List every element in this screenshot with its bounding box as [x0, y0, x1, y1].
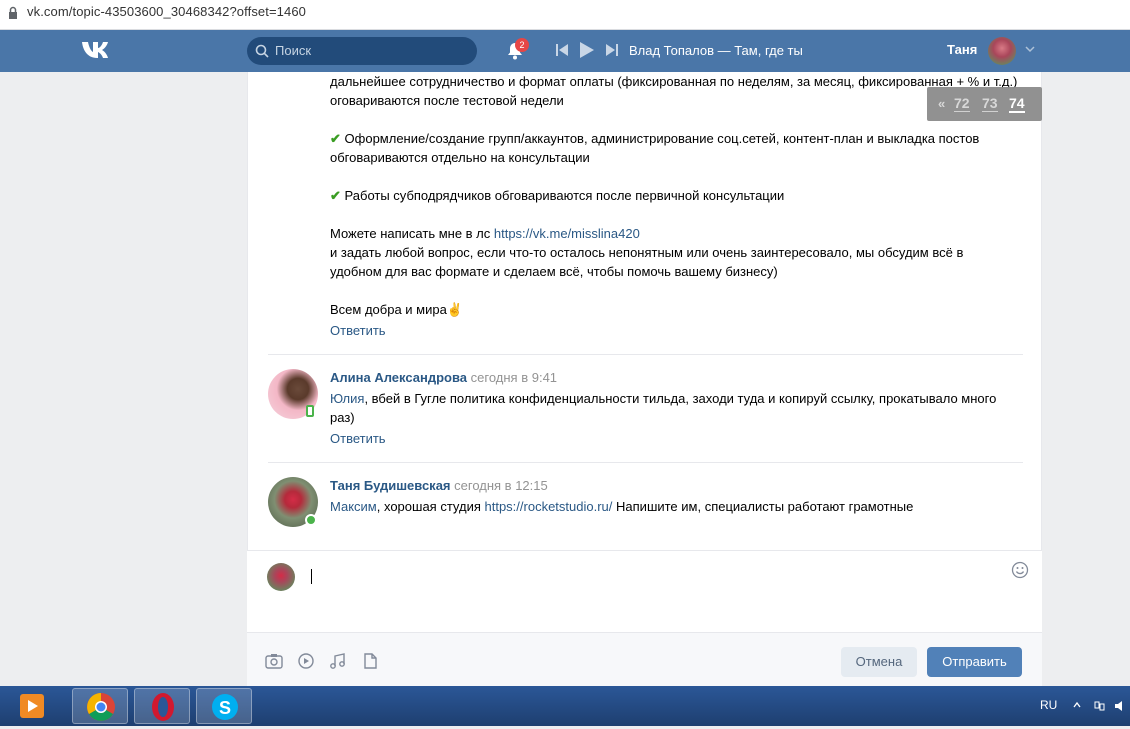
search-placeholder: Поиск [275, 43, 312, 58]
search-icon [255, 44, 269, 58]
post-line: оговариваются после тестовой недели [330, 93, 564, 108]
composer-toolbar: Отмена Отправить [247, 632, 1042, 687]
comment-text: Юлия, вбей в Гугле политика конфиденциал… [330, 391, 997, 406]
header-avatar[interactable] [988, 37, 1016, 65]
peace-icon: ✌ [446, 302, 464, 317]
comment-text: раз) [330, 410, 355, 425]
reply-button[interactable]: Ответить [330, 431, 386, 446]
skype-taskbar-item[interactable]: S [196, 688, 252, 724]
post-line: дальнейшее сотрудничество и формат оплат… [330, 74, 1018, 89]
comment-author[interactable]: Алина Александрова сегодня в 9:41 [330, 370, 557, 385]
comment-link[interactable]: https://rocketstudio.ru/ [485, 499, 613, 514]
video-icon[interactable] [297, 653, 315, 669]
checkmark-icon: ✔ [330, 131, 341, 146]
next-track-icon[interactable] [606, 44, 618, 56]
text-caret [311, 569, 312, 584]
post-line: обговариваются отдельно на консультации [330, 150, 590, 165]
comment-composer: Отмена Отправить [247, 550, 1042, 687]
document-icon[interactable] [361, 653, 379, 669]
now-playing-track[interactable]: Влад Топалов — Там, где ты [629, 43, 803, 58]
chevron-down-icon[interactable] [1025, 44, 1035, 54]
post-link[interactable]: https://vk.me/misslina420 [494, 226, 640, 241]
svg-text:S: S [219, 698, 231, 718]
opera-icon [152, 693, 174, 721]
network-icon[interactable] [1094, 700, 1106, 712]
pager-page[interactable]: 73 [982, 95, 998, 112]
checkmark-icon: ✔ [330, 188, 341, 203]
pager-prev[interactable]: « [938, 96, 945, 111]
comment-text: Максим, хорошая студия https://rocketstu… [330, 499, 914, 514]
search-input[interactable]: Поиск [247, 37, 477, 65]
avatar [267, 563, 295, 591]
url-text[interactable]: vk.com/topic-43503600_30468342?offset=14… [27, 4, 306, 19]
opera-taskbar-item[interactable] [134, 688, 190, 724]
camera-icon[interactable] [265, 653, 283, 669]
media-app-icon [20, 694, 44, 718]
play-icon[interactable] [580, 42, 594, 58]
music-icon[interactable] [329, 653, 347, 669]
browser-address-bar[interactable]: vk.com/topic-43503600_30468342?offset=14… [0, 0, 1130, 30]
post-line: удобном для вас формате и сделаем всё, ч… [330, 264, 778, 279]
chrome-icon [87, 693, 115, 721]
volume-icon[interactable] [1114, 700, 1128, 712]
pager-page[interactable]: 72 [954, 95, 970, 112]
mention-link[interactable]: Максим [330, 499, 377, 514]
mention-link[interactable]: Юлия [330, 391, 364, 406]
skype-icon: S [212, 694, 238, 720]
post-line: ✔ Работы субподрядчиков обговариваются п… [330, 188, 785, 203]
tray-expand-icon[interactable] [1072, 700, 1082, 710]
chrome-taskbar-item[interactable] [72, 688, 128, 724]
post-line: Можете написать мне в лс https://vk.me/m… [330, 226, 640, 241]
header-username[interactable]: Таня [947, 42, 977, 57]
divider [268, 462, 1023, 463]
windows-taskbar: S RU [0, 686, 1130, 726]
comment-time[interactable]: сегодня в 9:41 [471, 370, 557, 385]
cancel-button[interactable]: Отмена [841, 647, 917, 677]
comment-author[interactable]: Таня Будишевская сегодня в 12:15 [330, 478, 548, 493]
language-indicator[interactable]: RU [1040, 698, 1057, 712]
divider [268, 354, 1023, 355]
lock-icon [9, 6, 17, 19]
online-indicator [305, 514, 317, 526]
smile-icon[interactable] [1011, 561, 1029, 579]
comment-time[interactable]: сегодня в 12:15 [454, 478, 548, 493]
pager-current-page: 74 [1009, 95, 1025, 113]
reply-button[interactable]: Ответить [330, 323, 386, 338]
post-line: ✔ Оформление/создание групп/аккаунтов, а… [330, 131, 980, 146]
pagination: « 72 73 74 [927, 87, 1042, 121]
post-line: и задать любой вопрос, если что-то остал… [330, 245, 964, 260]
vk-logo-icon[interactable] [80, 39, 116, 61]
notifications-badge: 2 [515, 38, 529, 52]
prev-track-icon[interactable] [556, 44, 568, 56]
post-line: Всем добра и мира✌ [330, 302, 464, 317]
mobile-online-icon [306, 405, 314, 417]
media-app-taskbar-item[interactable] [4, 688, 60, 724]
send-button[interactable]: Отправить [927, 647, 1022, 677]
vk-header: Поиск 2 Влад Топалов — Там, где ты Таня [0, 30, 1130, 72]
